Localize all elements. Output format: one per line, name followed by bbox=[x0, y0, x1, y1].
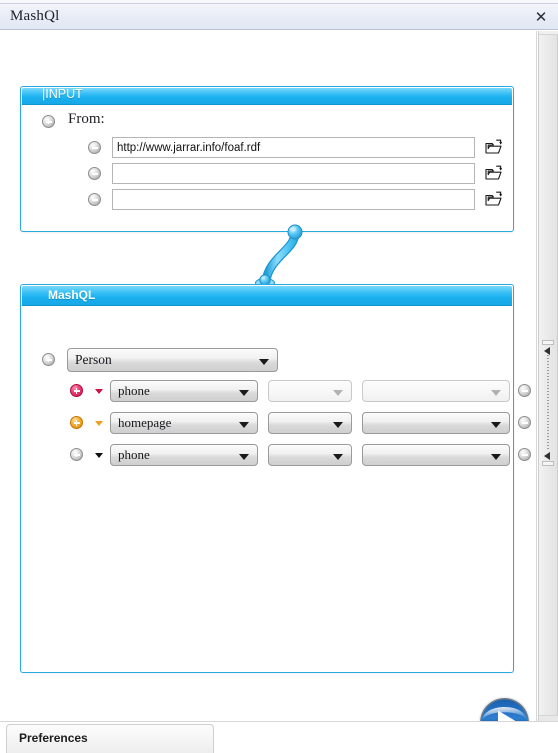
object-dropdown[interactable] bbox=[362, 444, 510, 466]
remove-source-button[interactable] bbox=[88, 141, 101, 154]
source-url-input[interactable] bbox=[112, 137, 475, 158]
chevron-down-icon bbox=[333, 390, 343, 396]
tab-preferences[interactable]: Preferences bbox=[6, 724, 214, 753]
open-folder-icon[interactable] bbox=[484, 190, 503, 209]
remove-condition-button[interactable] bbox=[518, 384, 531, 397]
chevron-down-icon bbox=[491, 390, 501, 396]
add-condition-button[interactable] bbox=[70, 416, 83, 429]
chevron-down-icon bbox=[239, 422, 249, 428]
window-titlebar: MashQl ✕ bbox=[0, 3, 558, 30]
input-panel: |INPUT From: bbox=[20, 86, 514, 232]
caret-down-icon[interactable] bbox=[95, 453, 103, 458]
split-divider[interactable] bbox=[538, 31, 558, 721]
source-url-input[interactable] bbox=[112, 189, 475, 210]
remove-condition-button[interactable] bbox=[518, 416, 531, 429]
remove-source-button[interactable] bbox=[88, 167, 101, 180]
subject-dropdown[interactable]: Person bbox=[67, 348, 278, 372]
source-row bbox=[21, 163, 513, 185]
collapse-left-arrow-icon[interactable] bbox=[544, 347, 550, 355]
predicate-dropdown[interactable]: phone bbox=[110, 380, 258, 402]
chevron-down-icon bbox=[259, 359, 269, 365]
operator-dropdown[interactable] bbox=[268, 380, 352, 402]
query-row: homepage bbox=[21, 412, 531, 436]
mashql-panel-title: MashQL bbox=[48, 288, 96, 302]
input-panel-header: |INPUT bbox=[22, 87, 512, 105]
remove-condition-button[interactable] bbox=[518, 448, 531, 461]
predicate-dropdown-value: homepage bbox=[118, 415, 172, 430]
add-query-block-button[interactable] bbox=[42, 353, 55, 366]
object-dropdown[interactable] bbox=[362, 380, 510, 402]
add-condition-button[interactable] bbox=[70, 448, 83, 461]
open-folder-icon[interactable] bbox=[484, 164, 503, 183]
chevron-down-icon bbox=[491, 454, 501, 460]
mashql-panel-header: MashQL bbox=[22, 286, 512, 306]
divider-cap-bottom bbox=[542, 461, 554, 466]
remove-source-button[interactable] bbox=[88, 193, 101, 206]
drag-grip-icon[interactable] bbox=[547, 355, 549, 451]
object-dropdown[interactable] bbox=[362, 412, 510, 434]
from-label: From: bbox=[68, 111, 105, 127]
collapse-left-arrow-icon[interactable] bbox=[544, 452, 550, 460]
main-canvas: |INPUT From: http://www.jarrar.info/foaf… bbox=[0, 31, 537, 749]
predicate-dropdown[interactable]: homepage bbox=[110, 412, 258, 434]
divider-top-edge bbox=[539, 31, 558, 35]
source-row bbox=[21, 137, 513, 159]
predicate-dropdown-value: phone bbox=[118, 447, 150, 462]
query-row: phone bbox=[21, 444, 531, 468]
close-icon[interactable]: ✕ bbox=[530, 8, 552, 28]
mashql-window: MashQl ✕ |INPUT From: http://www.jarrar.… bbox=[0, 0, 558, 753]
add-source-button[interactable] bbox=[42, 115, 55, 128]
input-panel-title: |INPUT bbox=[42, 87, 83, 101]
caret-down-icon[interactable] bbox=[95, 389, 103, 394]
operator-dropdown[interactable] bbox=[268, 412, 352, 434]
chevron-down-icon bbox=[239, 390, 249, 396]
chevron-down-icon bbox=[333, 454, 343, 460]
source-row bbox=[21, 189, 513, 211]
tab-preferences-label: Preferences bbox=[19, 731, 88, 745]
subject-dropdown-value: Person bbox=[75, 352, 112, 367]
operator-dropdown[interactable] bbox=[268, 444, 352, 466]
chevron-down-icon bbox=[491, 422, 501, 428]
divider-cap-top bbox=[542, 340, 554, 345]
window-title: MashQl bbox=[10, 8, 60, 24]
mashql-panel: MashQL Person phone homepage phone bbox=[20, 284, 531, 673]
chevron-down-icon bbox=[333, 422, 343, 428]
add-condition-button[interactable] bbox=[70, 384, 83, 397]
predicate-dropdown[interactable]: phone bbox=[110, 444, 258, 466]
predicate-dropdown-value: phone bbox=[118, 383, 150, 398]
source-url-input[interactable] bbox=[112, 163, 475, 184]
chevron-down-icon bbox=[239, 454, 249, 460]
open-folder-icon[interactable] bbox=[484, 138, 503, 157]
caret-down-icon[interactable] bbox=[95, 421, 103, 426]
query-row: phone bbox=[21, 380, 531, 404]
bottom-tab-strip: Preferences bbox=[0, 721, 558, 753]
